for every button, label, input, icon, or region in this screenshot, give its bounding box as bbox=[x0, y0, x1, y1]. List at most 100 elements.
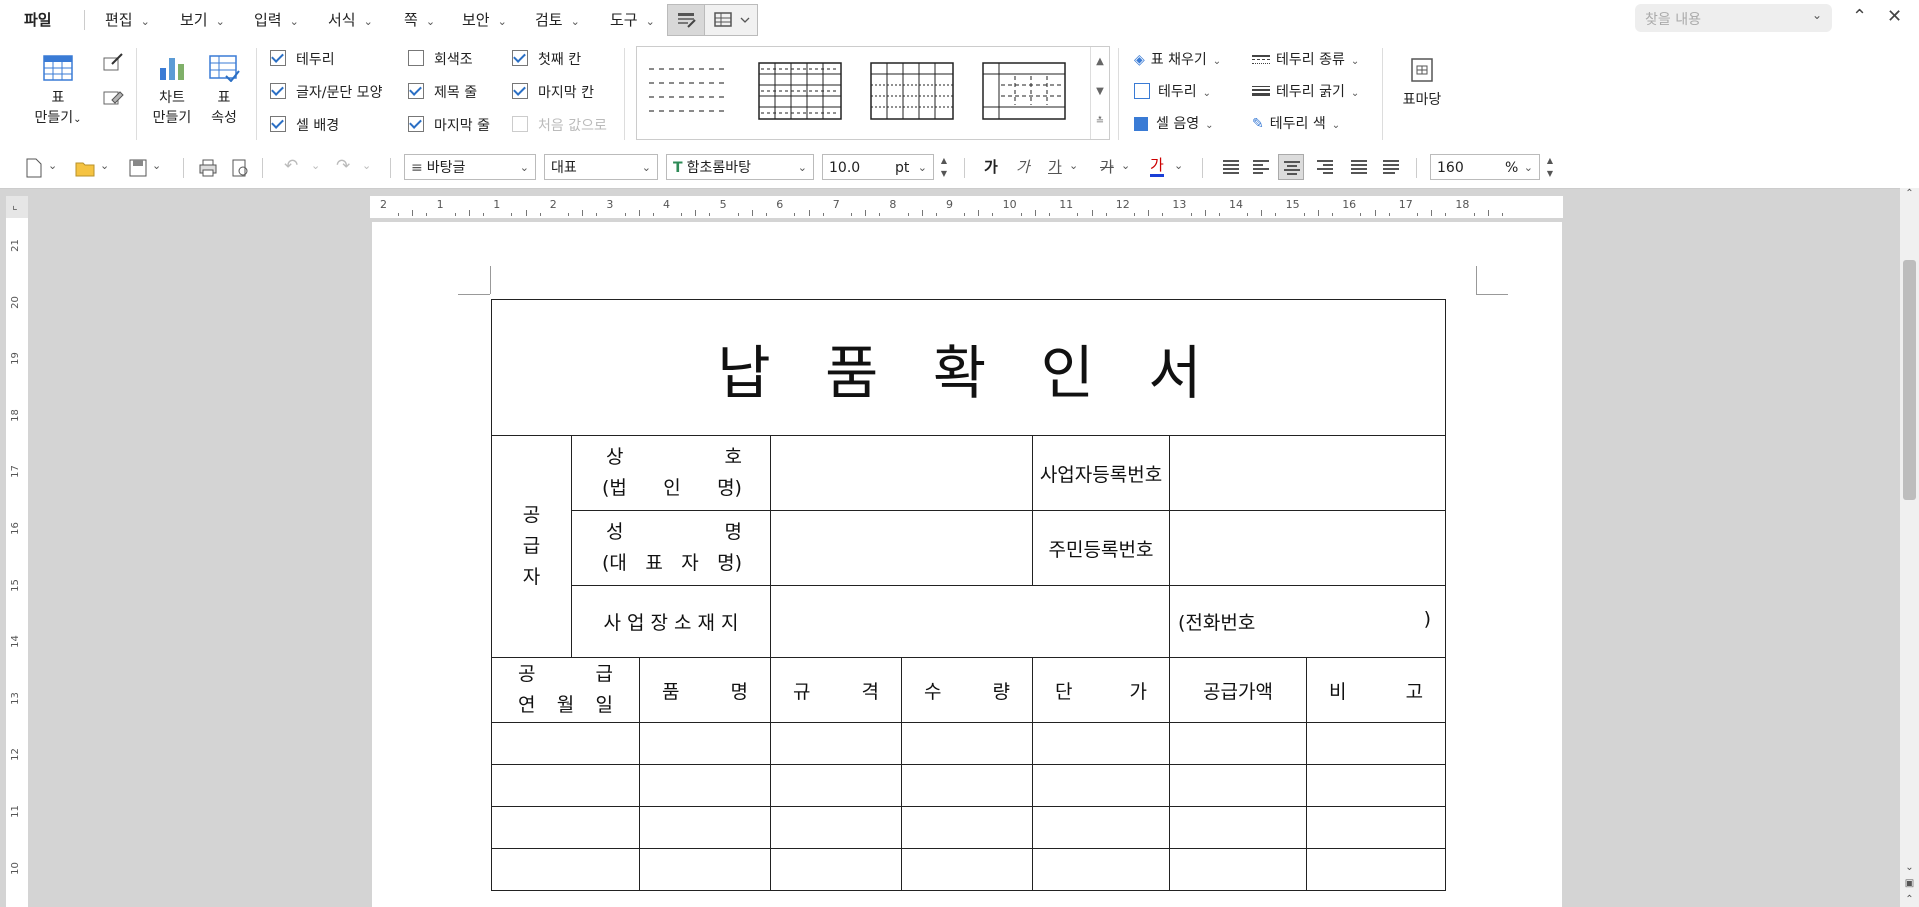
table-cell[interactable] bbox=[1305, 764, 1447, 807]
zoom-input[interactable]: 160% ⌄ bbox=[1430, 154, 1540, 180]
phone-number-field[interactable]: (전화번호) bbox=[1168, 585, 1447, 658]
vertical-scrollbar[interactable]: ⌃ ⌄ ▣ ⌃ bbox=[1900, 188, 1919, 907]
company-name-value[interactable] bbox=[770, 435, 1033, 511]
table-make-button[interactable]: 표 만들기⌄ bbox=[34, 54, 82, 130]
chevron-down-icon[interactable]: ⌄ bbox=[152, 159, 161, 172]
paragraph-style-select[interactable]: ≡ 바탕글 ⌄ bbox=[404, 154, 536, 180]
menu-tools[interactable]: 도구 ⌄ bbox=[610, 8, 655, 32]
table-cell[interactable] bbox=[1169, 722, 1307, 765]
chevron-down-icon[interactable]: ⌄ bbox=[362, 159, 371, 172]
table-cell[interactable] bbox=[1169, 764, 1307, 807]
distribute-button[interactable] bbox=[1346, 154, 1372, 180]
gallery-up-icon[interactable]: ▲ bbox=[1091, 47, 1109, 77]
table-cell[interactable] bbox=[1305, 722, 1447, 765]
style-select[interactable]: 대표 ⌄ bbox=[544, 154, 658, 180]
menu-format[interactable]: 서식 ⌄ bbox=[328, 8, 373, 32]
table-cell[interactable] bbox=[639, 764, 771, 807]
table-cell[interactable] bbox=[639, 806, 771, 849]
table-stamp-button[interactable]: 표마당 bbox=[1396, 56, 1448, 110]
chart-make-button[interactable]: 차트 만들기 bbox=[146, 54, 198, 128]
table-cell[interactable] bbox=[901, 806, 1033, 849]
table-cell[interactable] bbox=[491, 806, 640, 849]
chevron-down-icon[interactable]: ⌄ bbox=[48, 159, 57, 172]
new-document-icon[interactable] bbox=[24, 158, 44, 178]
font-color-button[interactable]: 가 bbox=[1150, 156, 1164, 177]
align-right-button[interactable] bbox=[1312, 154, 1338, 180]
stepper-up-icon[interactable]: ▲ bbox=[1542, 154, 1558, 167]
divide-button[interactable] bbox=[1378, 154, 1404, 180]
underline-button[interactable]: 가 bbox=[1048, 156, 1062, 178]
table-cell[interactable] bbox=[491, 764, 640, 807]
business-address-value[interactable] bbox=[770, 585, 1170, 658]
table-cell[interactable] bbox=[1032, 806, 1170, 849]
representative-value[interactable] bbox=[770, 510, 1033, 586]
page-up-icon[interactable]: ⌃ bbox=[1900, 894, 1919, 905]
table-cell[interactable] bbox=[1305, 848, 1447, 891]
collapse-ribbon-icon[interactable]: ⌃ bbox=[1852, 6, 1867, 27]
table-fill-button[interactable]: ◈ 표 채우기 ⌄ bbox=[1134, 48, 1221, 72]
menu-file[interactable]: 파일 bbox=[24, 8, 52, 32]
align-center-button[interactable] bbox=[1278, 154, 1304, 180]
menu-edit[interactable]: 편집 ⌄ bbox=[105, 8, 150, 32]
stepper-down-icon[interactable]: ▼ bbox=[936, 167, 952, 180]
business-reg-value[interactable] bbox=[1168, 435, 1447, 511]
table-style-outline[interactable] bbox=[981, 61, 1067, 121]
menu-view[interactable]: 보기 ⌄ bbox=[180, 8, 225, 32]
check-grayscale[interactable]: 회색조 bbox=[408, 47, 473, 73]
undo-icon[interactable]: ↶ bbox=[284, 156, 298, 176]
scroll-thumb[interactable] bbox=[1903, 260, 1916, 500]
check-cell-bg[interactable]: 셀 배경 bbox=[270, 113, 339, 139]
border-width-button[interactable]: 테두리 굵기 ⌄ bbox=[1252, 80, 1359, 104]
font-size-input[interactable]: 10.0 pt ⌄ bbox=[822, 154, 934, 180]
font-select[interactable]: T 함초롬바탕 ⌄ bbox=[666, 154, 814, 180]
table-cell[interactable] bbox=[639, 848, 771, 891]
check-first-col[interactable]: 첫째 칸 bbox=[512, 47, 581, 73]
page-view-icon[interactable]: ▣ bbox=[1900, 878, 1919, 889]
chevron-down-icon[interactable]: ⌄ bbox=[311, 159, 320, 172]
table-cell[interactable] bbox=[1032, 848, 1170, 891]
chevron-down-icon[interactable]: ⌄ bbox=[100, 159, 109, 172]
border-color-button[interactable]: ✎ 테두리 색 ⌄ bbox=[1252, 112, 1340, 136]
align-left-button[interactable] bbox=[1248, 154, 1274, 180]
close-icon[interactable]: ✕ bbox=[1887, 6, 1902, 27]
horizontal-ruler[interactable]: 2 1 1 2 3 4 5 6 7 8 9 10 11 12 13 14 15 16 17 18 bbox=[370, 196, 1563, 218]
check-last-row[interactable]: 마지막 줄 bbox=[408, 113, 490, 139]
open-folder-icon[interactable] bbox=[75, 158, 95, 178]
menu-insert[interactable]: 입력 ⌄ bbox=[254, 8, 299, 32]
scroll-up-icon[interactable]: ⌃ bbox=[1900, 188, 1919, 199]
menu-page[interactable]: 쪽 ⌄ bbox=[404, 8, 435, 32]
scroll-down-icon[interactable]: ⌄ bbox=[1900, 862, 1919, 873]
print-preview-icon[interactable] bbox=[230, 158, 250, 178]
chevron-down-icon[interactable]: ⌄ bbox=[1121, 159, 1130, 172]
table-cell[interactable] bbox=[901, 764, 1033, 807]
stepper-down-icon[interactable]: ▼ bbox=[1542, 167, 1558, 180]
menu-security[interactable]: 보안 ⌄ bbox=[462, 8, 507, 32]
table-cell[interactable] bbox=[901, 722, 1033, 765]
italic-button[interactable]: 가 bbox=[1016, 156, 1030, 178]
erase-table-icon[interactable] bbox=[102, 86, 124, 112]
table-design-tab[interactable] bbox=[667, 4, 705, 36]
stepper-up-icon[interactable]: ▲ bbox=[936, 154, 952, 167]
table-cell[interactable] bbox=[1032, 722, 1170, 765]
table-cell[interactable] bbox=[770, 806, 902, 849]
table-cell[interactable] bbox=[1032, 764, 1170, 807]
save-icon[interactable] bbox=[128, 158, 148, 178]
chevron-down-icon[interactable]: ⌄ bbox=[1069, 159, 1078, 172]
bold-button[interactable]: 가 bbox=[984, 156, 998, 178]
table-cell[interactable] bbox=[491, 848, 640, 891]
border-button[interactable]: 테두리 ⌄ bbox=[1134, 80, 1211, 104]
table-cell[interactable] bbox=[770, 722, 902, 765]
table-cell[interactable] bbox=[770, 848, 902, 891]
table-style-grid[interactable] bbox=[757, 61, 843, 121]
table-cell[interactable] bbox=[1305, 806, 1447, 849]
table-layout-tab[interactable] bbox=[704, 4, 758, 36]
tab-stop-icon[interactable]: ⌞ bbox=[12, 198, 18, 212]
gallery-expand-icon[interactable]: ≛ bbox=[1091, 107, 1109, 137]
table-props-button[interactable]: 표 속성 bbox=[204, 54, 244, 128]
border-type-button[interactable]: 테두리 종류 ⌄ bbox=[1252, 48, 1359, 72]
search-input[interactable]: 찾을 내용 ⌄ bbox=[1635, 4, 1832, 32]
table-cell[interactable] bbox=[1169, 848, 1307, 891]
check-last-col[interactable]: 마지막 칸 bbox=[512, 80, 594, 106]
table-style-dashed[interactable] bbox=[645, 61, 731, 121]
ruler-corner[interactable]: ⌞ bbox=[6, 196, 28, 218]
